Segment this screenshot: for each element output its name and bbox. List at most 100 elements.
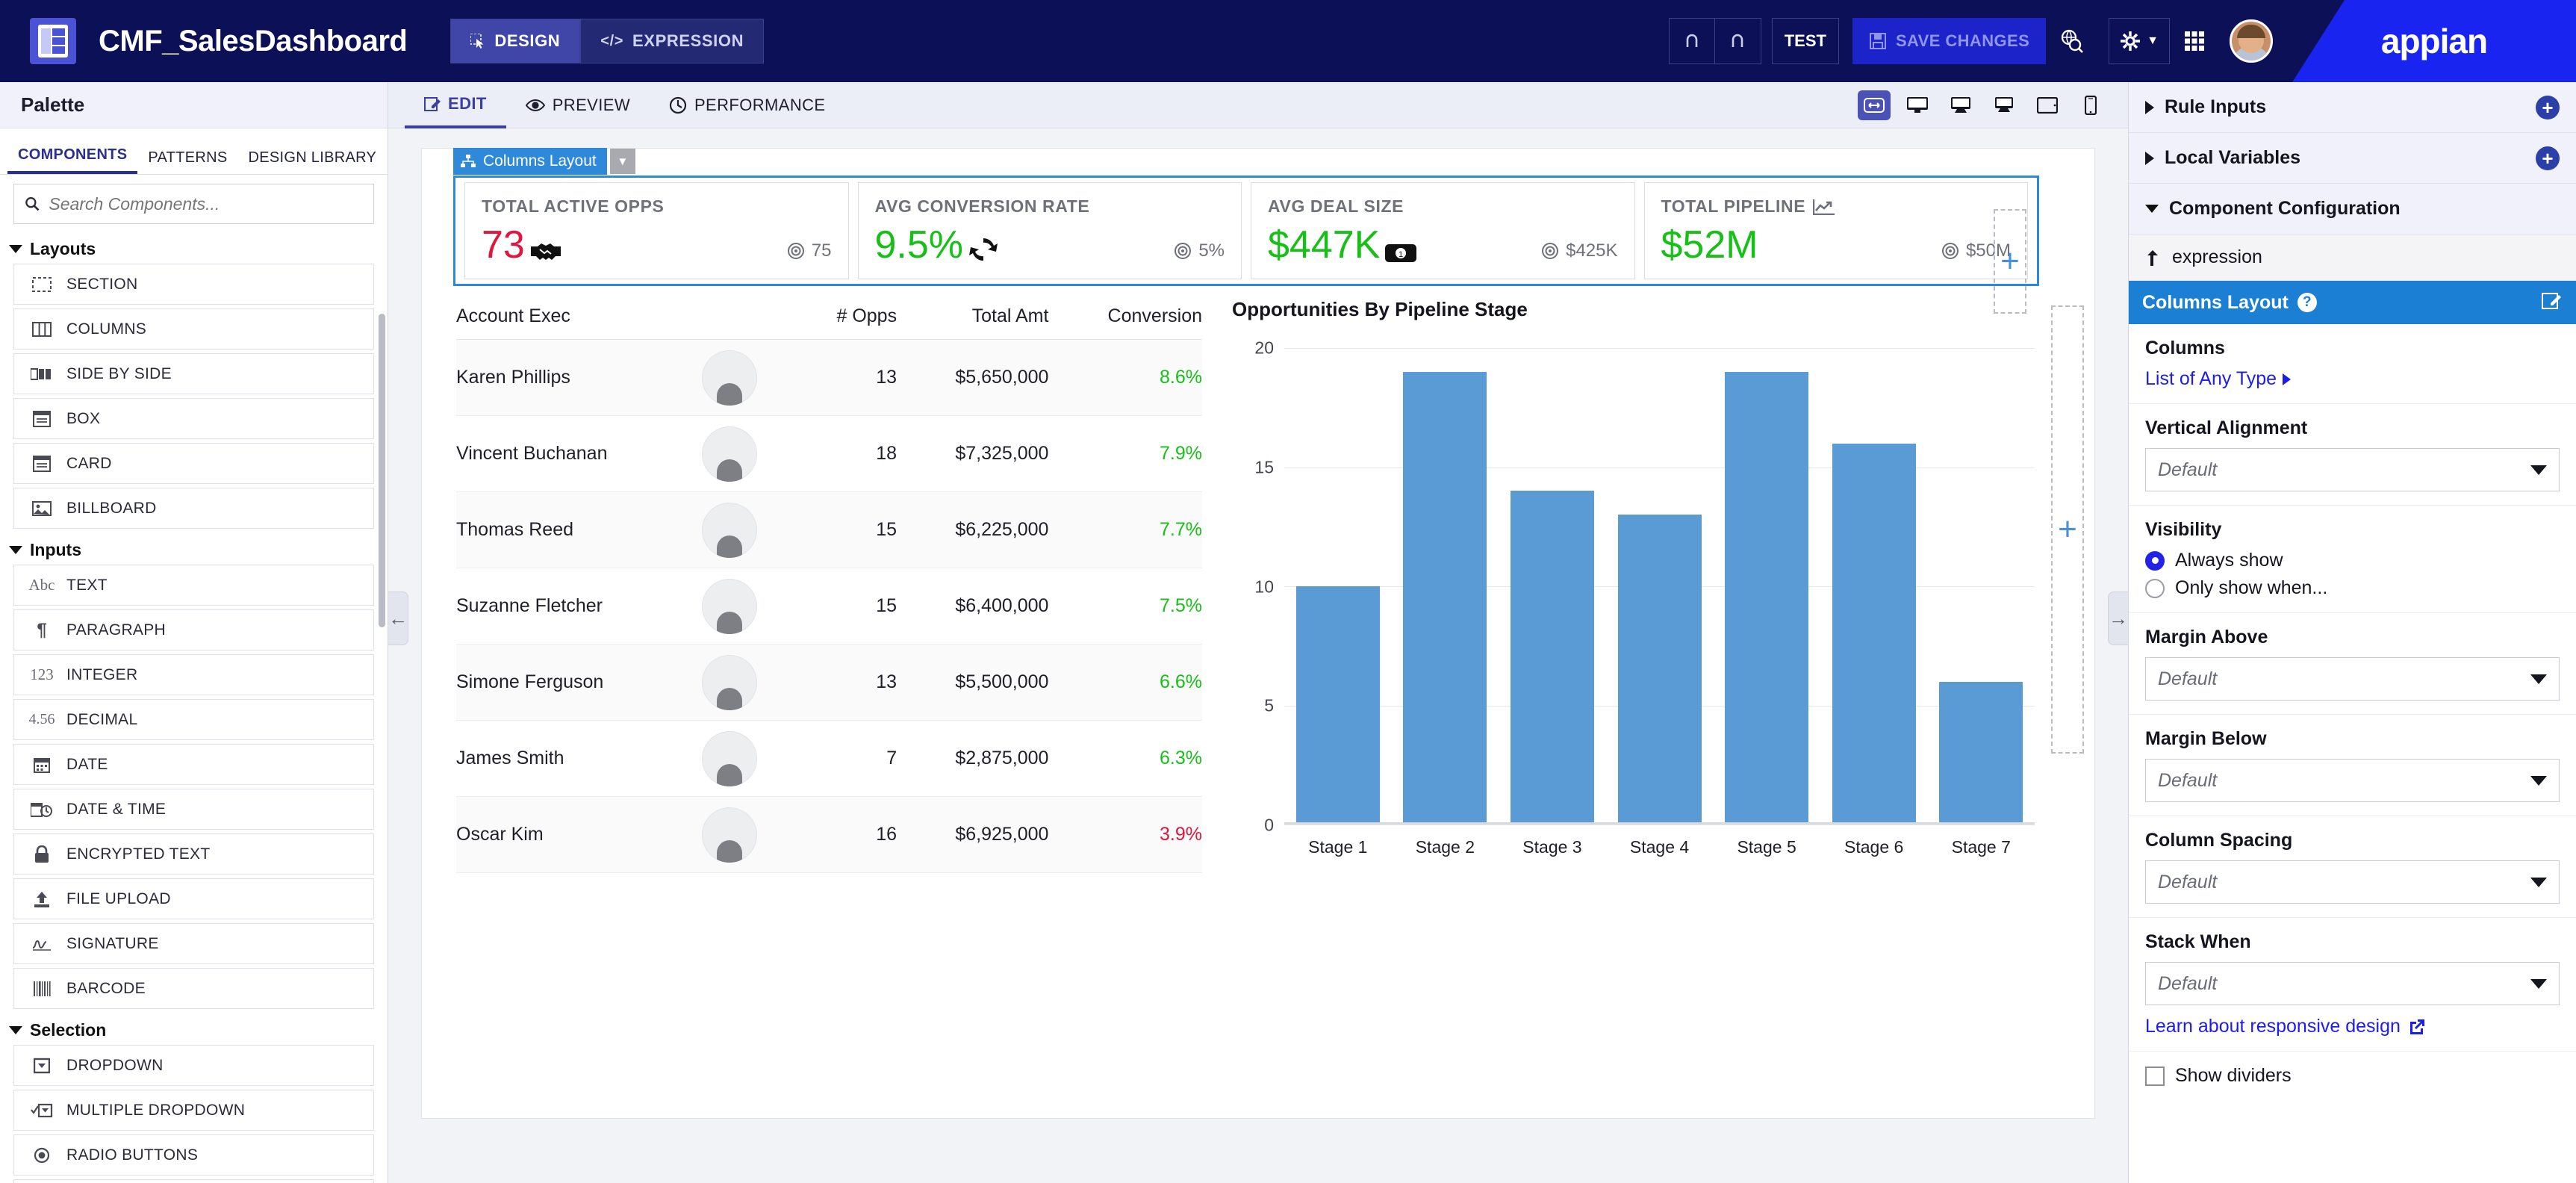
palette-item-decimal[interactable]: 4.56 DECIMAL <box>13 699 374 740</box>
device-tablet[interactable] <box>2031 90 2064 120</box>
section-component-configuration[interactable]: Component Configuration <box>2129 184 2576 235</box>
show-dividers-checkbox-row[interactable]: Show dividers <box>2129 1052 2576 1100</box>
palette-item-date-time[interactable]: DATE & TIME <box>13 789 374 830</box>
palette-item-dropdown[interactable]: DROPDOWN <box>13 1045 374 1086</box>
palette-item-file-upload[interactable]: FILE UPLOAD <box>13 878 374 919</box>
palette-item-checkboxes[interactable]: CHECKBOXES <box>13 1179 374 1183</box>
table-row[interactable]: Suzanne Fletcher 15 $6,400,000 7.5% <box>456 568 1202 645</box>
tab-edit[interactable]: EDIT <box>405 82 506 128</box>
table-row[interactable]: Oscar Kim 16 $6,925,000 3.9% <box>456 796 1202 873</box>
chart-bar[interactable] <box>1403 371 1487 825</box>
palette-item-date[interactable]: DATE <box>13 744 374 785</box>
avatar[interactable] <box>2230 19 2273 63</box>
palette-item-barcode[interactable]: BARCODE <box>13 968 374 1009</box>
vertical-alignment-select[interactable]: Default <box>2145 448 2560 491</box>
palette-item-columns[interactable]: COLUMNS <box>13 308 374 350</box>
selected-node-columns-layout[interactable]: Columns Layout ? <box>2129 281 2576 324</box>
selected-component-name[interactable]: Columns Layout <box>453 148 607 175</box>
undo-button[interactable] <box>1668 18 1715 64</box>
collapse-palette-button[interactable]: ← <box>388 592 408 645</box>
palette-item-card[interactable]: CARD <box>13 443 374 484</box>
group-inputs[interactable]: Inputs <box>0 532 388 565</box>
col-conversion[interactable]: Conversion <box>1048 298 1202 340</box>
palette-item-signature[interactable]: SIGNATURE <box>13 923 374 964</box>
section-local-variables[interactable]: Local Variables + <box>2129 133 2576 184</box>
edit-icon[interactable] <box>2542 291 2563 315</box>
search-globe-button[interactable] <box>2046 18 2098 64</box>
table-row[interactable]: Thomas Reed 15 $6,225,000 7.7% <box>456 491 1202 568</box>
col-account-exec[interactable]: Account Exec <box>456 298 800 340</box>
save-changes-button[interactable]: SAVE CHANGES <box>1852 18 2047 64</box>
palette-item-encrypted-text[interactable]: ENCRYPTED TEXT <box>13 833 374 875</box>
add-column-button-lower[interactable]: + <box>2051 305 2084 754</box>
palette-item-label: SIGNATURE <box>66 934 159 952</box>
kpi-card-total-pipeline[interactable]: TOTAL PIPELINE $52M $50M <box>1643 182 2028 279</box>
palette-item-text[interactable]: Abc TEXT <box>13 565 374 606</box>
group-layouts[interactable]: Layouts <box>0 232 388 264</box>
pipeline-bar-chart[interactable]: 0 5 10 15 20 Stage 1 Stage 2 Stage 3 Stage 4 Sta… <box>1232 335 2042 880</box>
redo-button[interactable] <box>1714 18 1761 64</box>
search-input[interactable] <box>49 193 363 214</box>
responsive-design-link[interactable]: Learn about responsive design <box>2145 1016 2560 1037</box>
table-row[interactable]: Simone Ferguson 13 $5,500,000 6.6% <box>456 644 1202 721</box>
palette-scrollbar[interactable] <box>379 314 385 627</box>
kpi-card-avg-conversion-rate[interactable]: AVG CONVERSION RATE 9.5% 5% <box>857 182 1242 279</box>
palette-item-box[interactable]: BOX <box>13 398 374 439</box>
palette-item-side-by-side[interactable]: SIDE BY SIDE <box>13 353 374 394</box>
stack-when-select[interactable]: Default <box>2145 962 2560 1005</box>
chart-bar[interactable] <box>1725 371 1809 825</box>
table-row[interactable]: James Smith 7 $2,875,000 6.3% <box>456 720 1202 797</box>
test-button[interactable]: TEST <box>1771 18 1839 64</box>
palette-item-paragraph[interactable]: ¶ PARAGRAPH <box>13 609 374 651</box>
tab-preview[interactable]: PREVIEW <box>506 82 650 128</box>
chart-bar[interactable] <box>1510 491 1594 825</box>
add-local-variable-button[interactable]: + <box>2536 146 2560 170</box>
col-opps[interactable]: # Opps <box>799 298 897 340</box>
selection-dropdown-button[interactable]: ▼ <box>609 149 635 174</box>
tab-design-library[interactable]: DESIGN LIBRARY <box>237 149 387 174</box>
palette-item-multiple-dropdown[interactable]: MULTIPLE DROPDOWN <box>13 1090 374 1131</box>
palette-item-radio-buttons[interactable]: RADIO BUTTONS <box>13 1134 374 1176</box>
palette-item-billboard[interactable]: BILLBOARD <box>13 488 374 529</box>
columns-layout-selected[interactable]: TOTAL ACTIVE OPPS 73 75 AVG CONVERSION R… <box>453 176 2039 314</box>
visibility-option-always-show[interactable]: Always show <box>2145 550 2560 571</box>
tab-patterns[interactable]: PATTERNS <box>137 149 237 174</box>
chart-bar[interactable] <box>1939 681 2023 825</box>
columns-value-link[interactable]: List of Any Type <box>2145 368 2560 390</box>
visibility-option-only-show-when[interactable]: Only show when... <box>2145 577 2560 599</box>
add-rule-input-button[interactable]: + <box>2536 95 2560 119</box>
margin-below-select[interactable]: Default <box>2145 759 2560 802</box>
tab-design[interactable]: DESIGN <box>450 19 581 63</box>
palette-item-integer[interactable]: 123 INTEGER <box>13 654 374 695</box>
palette-item-section[interactable]: SECTION <box>13 264 374 305</box>
checkbox-unchecked-icon[interactable] <box>2145 1066 2165 1086</box>
breadcrumb-expression[interactable]: expression <box>2129 235 2576 281</box>
device-phone[interactable] <box>2074 90 2107 120</box>
settings-button[interactable]: ▼ <box>2109 18 2170 64</box>
apps-grid-button[interactable] <box>2170 18 2219 64</box>
col-total-amt[interactable]: Total Amt <box>897 298 1049 340</box>
column-spacing-select[interactable]: Default <box>2145 860 2560 904</box>
section-rule-inputs[interactable]: Rule Inputs + <box>2129 82 2576 133</box>
kpi-card-avg-deal-size[interactable]: AVG DEAL SIZE $447K 1 $425K <box>1251 182 1635 279</box>
chart-bar[interactable] <box>1832 443 1916 825</box>
group-selection[interactable]: Selection <box>0 1013 388 1045</box>
help-icon[interactable]: ? <box>2297 293 2317 312</box>
search-box[interactable] <box>13 184 374 224</box>
device-desktop-small[interactable] <box>1988 90 2020 120</box>
tab-performance[interactable]: PERFORMANCE <box>650 82 845 128</box>
collapse-properties-button[interactable]: → <box>2108 592 2128 645</box>
tab-expression[interactable]: </> EXPRESSION <box>580 19 765 63</box>
device-responsive-width[interactable] <box>1858 90 1891 120</box>
add-column-button[interactable]: + <box>1994 209 2026 314</box>
table-row[interactable]: Vincent Buchanan 18 $7,325,000 7.9% <box>456 415 1202 492</box>
clock-icon <box>669 96 687 114</box>
device-desktop[interactable] <box>1944 90 1977 120</box>
chart-bar[interactable] <box>1617 515 1702 825</box>
chart-bar[interactable] <box>1295 586 1380 825</box>
kpi-card-total-active-opps[interactable]: TOTAL ACTIVE OPPS 73 75 <box>464 182 849 279</box>
margin-above-select[interactable]: Default <box>2145 657 2560 701</box>
table-row[interactable]: Karen Phillips 13 $5,650,000 8.6% <box>456 339 1202 416</box>
device-desktop-large[interactable] <box>1901 90 1934 120</box>
tab-components[interactable]: COMPONENTS <box>7 146 138 174</box>
